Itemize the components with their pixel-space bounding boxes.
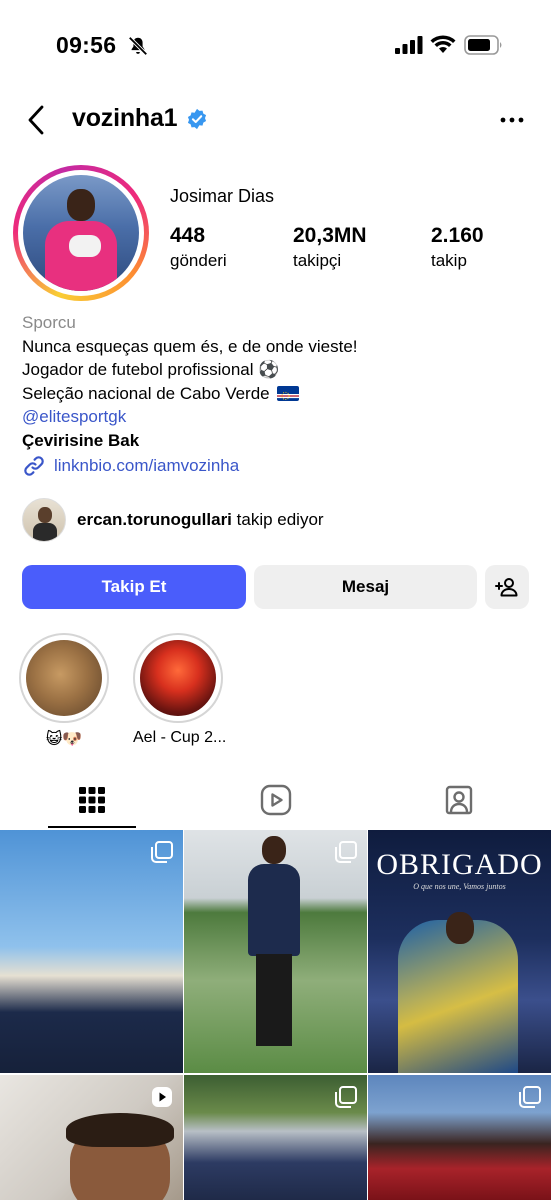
reels-play-icon — [260, 784, 292, 816]
story-highlight-2[interactable]: Ael - Cup 2... — [133, 633, 227, 747]
more-options-icon[interactable] — [498, 110, 526, 130]
followed-by-username: ercan.torunogullari — [77, 510, 232, 529]
grid-post-6[interactable] — [368, 1075, 551, 1200]
profile-avatar-story-ring[interactable] — [13, 165, 149, 301]
carousel-multi-photo-icon — [335, 1086, 357, 1108]
story-highlight-label: Ael - Cup 2... — [133, 729, 227, 746]
bio-line-1: Nunca esqueças quem és, e de onde vieste… — [22, 336, 358, 356]
profile-link-text: linknbio.com/iamvozinha — [54, 456, 240, 476]
profile-tabs — [0, 772, 551, 830]
stat-followers-value: 20,3MN — [293, 224, 367, 247]
video-post-icon — [152, 1087, 172, 1107]
follow-button[interactable]: Takip Et — [22, 565, 246, 609]
cape-verde-flag-icon — [277, 385, 300, 401]
tab-posts-grid[interactable] — [0, 772, 184, 828]
stat-followers[interactable]: 20,3MN takipçi — [293, 224, 367, 271]
followed-by-row[interactable]: ercan.torunogullari takip ediyor — [22, 497, 542, 543]
grid-post-4[interactable] — [0, 1075, 183, 1200]
tagged-person-icon — [445, 785, 473, 815]
grid-post-3[interactable]: OBRIGADO O que nos une, Vamos juntos — [368, 830, 551, 1073]
translate-bio-button[interactable]: Çevirisine Bak — [22, 429, 532, 453]
profile-full-name: Josimar Dias — [170, 186, 275, 206]
bio-line-3: Seleção nacional de Cabo Verde — [22, 383, 270, 403]
story-highlight-cover — [133, 633, 223, 723]
profile-category: Sporcu — [22, 313, 76, 332]
bio-line-3-wrap: Seleção nacional de Cabo Verde — [22, 382, 532, 406]
grid-post-1[interactable] — [0, 830, 183, 1073]
active-tab-indicator — [48, 826, 136, 828]
message-button[interactable]: Mesaj — [254, 565, 477, 609]
stat-following[interactable]: 2.160 takip — [431, 224, 484, 271]
carousel-multi-photo-icon — [151, 841, 173, 863]
status-time: 09:56 — [56, 32, 117, 58]
posts-grid: OBRIGADO O que nos une, Vamos juntos — [0, 830, 551, 1200]
story-highlight-label: 😺🐶 — [45, 731, 83, 748]
story-highlight-cover — [19, 633, 109, 723]
grid-post-5[interactable] — [184, 1075, 367, 1200]
tab-tagged[interactable] — [367, 772, 551, 828]
followed-by-text: ercan.torunogullari takip ediyor — [77, 510, 324, 530]
suggest-accounts-button[interactable] — [485, 565, 529, 609]
grid-post-2[interactable] — [184, 830, 367, 1073]
stat-posts-value: 448 — [170, 224, 206, 247]
followed-by-avatar — [22, 498, 66, 542]
tab-reels[interactable] — [184, 772, 368, 828]
link-chain-icon — [24, 456, 44, 476]
add-person-icon — [495, 578, 518, 597]
stat-posts-label: gönderi — [170, 251, 227, 270]
profile-header: vozinha1 — [0, 95, 551, 145]
bio-line-2: Jogador de futebol profissional ⚽ — [22, 360, 280, 379]
stat-posts[interactable]: 448 gönderi — [170, 224, 227, 271]
profile-username: vozinha1 — [72, 104, 178, 132]
carousel-multi-photo-icon — [335, 841, 357, 863]
stat-followers-label: takipçi — [293, 251, 342, 270]
bio-mention-link[interactable]: @elitesportgk — [22, 405, 532, 429]
grid-icon — [79, 787, 105, 813]
cellular-signal-icon — [395, 36, 423, 54]
post-overlay-title: OBRIGADO — [376, 848, 543, 881]
followed-by-suffix: takip ediyor — [231, 510, 324, 529]
profile-avatar — [23, 175, 139, 291]
stat-following-value: 2.160 — [431, 224, 484, 247]
verified-badge-icon — [187, 108, 207, 130]
wifi-icon — [430, 35, 456, 53]
back-arrow-icon[interactable] — [22, 103, 52, 137]
post-overlay-subtitle: O que nos une, Vamos juntos — [413, 882, 506, 891]
stat-following-label: takip — [431, 251, 467, 270]
status-bar: 09:56 — [0, 0, 551, 90]
carousel-multi-photo-icon — [519, 1086, 541, 1108]
battery-icon — [464, 35, 502, 55]
bell-muted-icon — [128, 36, 148, 56]
profile-link[interactable]: linknbio.com/iamvozinha — [22, 454, 532, 478]
profile-bio: Sporcu Nunca esqueças quem és, e de onde… — [22, 311, 532, 478]
story-highlight-1[interactable]: 😺🐶 — [19, 633, 109, 749]
